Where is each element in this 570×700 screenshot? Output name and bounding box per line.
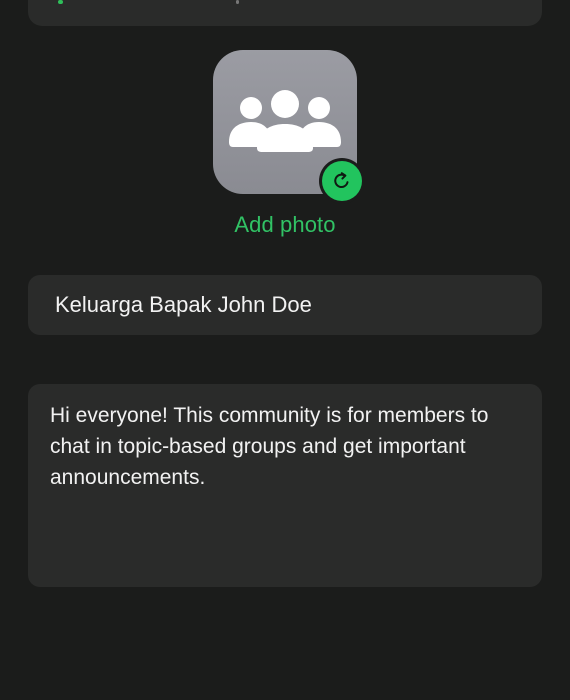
change-photo-button[interactable] xyxy=(319,158,365,204)
top-card-mark xyxy=(236,0,239,4)
top-card-accent-mark xyxy=(58,0,63,4)
community-name-value: Keluarga Bapak John Doe xyxy=(55,292,312,317)
community-edit-screen: Add photo Keluarga Bapak John Doe Hi eve… xyxy=(0,0,570,700)
refresh-icon xyxy=(334,172,349,188)
community-name-input[interactable]: Keluarga Bapak John Doe xyxy=(28,275,542,335)
top-card-partial xyxy=(28,0,542,26)
add-photo-link[interactable]: Add photo xyxy=(0,212,570,238)
community-description-input[interactable]: Hi everyone! This community is for membe… xyxy=(28,384,542,587)
community-description-value: Hi everyone! This community is for membe… xyxy=(50,404,489,489)
community-avatar[interactable] xyxy=(213,50,365,204)
refresh-badge-circle xyxy=(322,161,362,201)
